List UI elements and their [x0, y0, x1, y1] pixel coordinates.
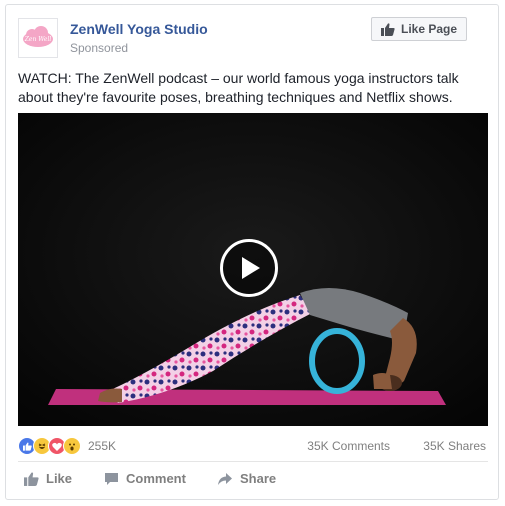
reaction-count[interactable]: 255K — [88, 439, 116, 453]
svg-text:Zen Well: Zen Well — [24, 36, 52, 43]
share-label: Share — [240, 471, 277, 486]
post-text: WATCH: The ZenWell podcast – our world f… — [18, 70, 459, 105]
comment-button[interactable]: Comment — [104, 471, 186, 486]
shares-count[interactable]: 35K Shares — [423, 439, 486, 453]
sponsored-label[interactable]: Sponsored — [70, 41, 128, 55]
like-button[interactable]: Like — [24, 471, 72, 486]
post-actions: Like Comment Share — [18, 471, 488, 491]
play-icon — [242, 257, 260, 279]
share-button[interactable]: Share — [217, 471, 276, 486]
comment-icon — [105, 472, 118, 485]
zenwell-logo: Zen Well — [23, 26, 53, 47]
page-name-link[interactable]: ZenWell Yoga Studio — [70, 21, 208, 37]
like-label: Like — [46, 471, 73, 486]
thumbs-up-icon — [380, 22, 395, 36]
video-player[interactable] — [18, 113, 488, 426]
play-button[interactable] — [220, 239, 278, 297]
share-arrow-icon — [218, 472, 232, 485]
comment-label: Comment — [126, 471, 186, 486]
page-avatar[interactable]: Zen Well — [18, 18, 58, 58]
comments-count[interactable]: 35K Comments — [307, 439, 390, 453]
wow-reaction-icon — [63, 437, 81, 455]
action-divider — [18, 461, 488, 462]
thumbs-up-icon — [24, 471, 39, 486]
like-page-button[interactable]: Like Page — [371, 17, 467, 41]
reaction-icons[interactable] — [18, 437, 81, 455]
engagement-summary: 255K 35K Comments 35K Shares — [18, 437, 488, 455]
like-page-label: Like Page — [400, 22, 458, 36]
sponsored-post-card: Zen Well ZenWell Yoga Studio Sponsored L… — [5, 4, 499, 500]
